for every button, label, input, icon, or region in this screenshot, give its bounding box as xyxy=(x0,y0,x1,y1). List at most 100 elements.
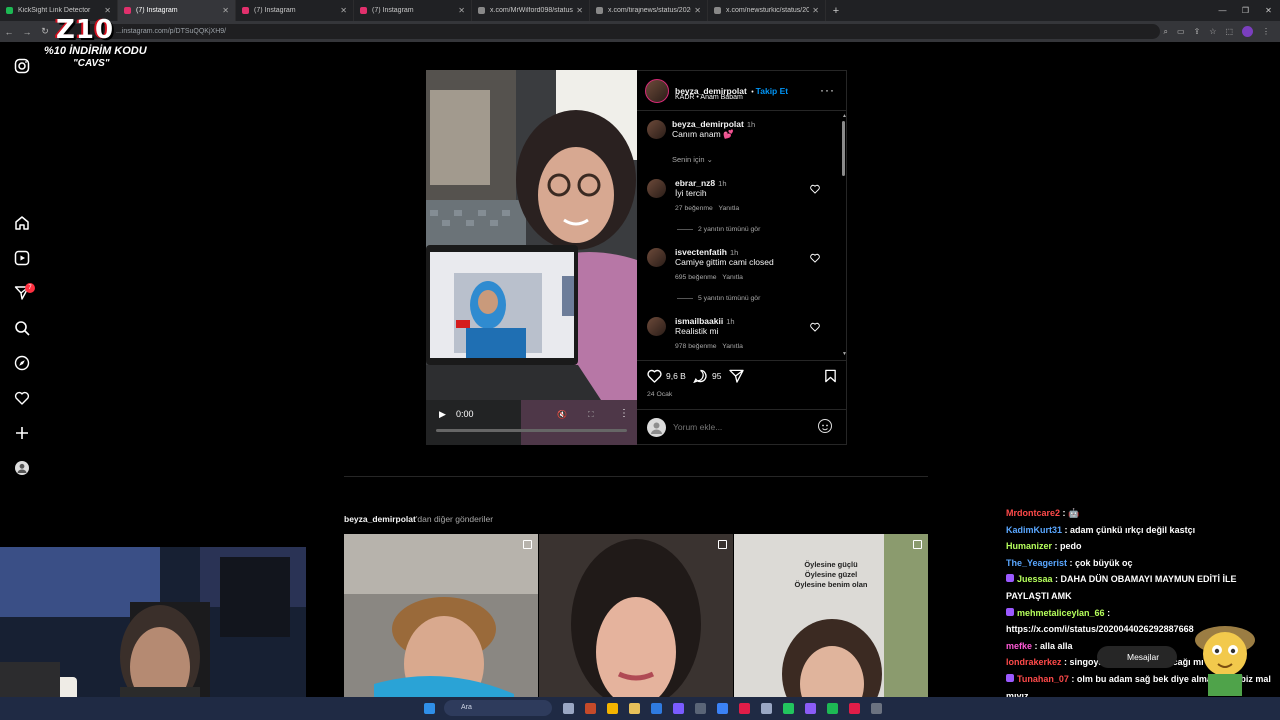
address-bar[interactable]: ...instagram.com/p/DTSuQQKjXH9/ xyxy=(60,24,1160,39)
taskbar-app-icon[interactable] xyxy=(607,703,618,714)
taskbar-app-icon[interactable] xyxy=(629,703,640,714)
chat-username[interactable]: Juessaa xyxy=(1017,574,1053,584)
commenter-avatar[interactable] xyxy=(647,317,666,336)
video-progress-bar[interactable] xyxy=(436,429,627,432)
mute-icon[interactable]: 🔇 xyxy=(557,410,567,419)
caption-author[interactable]: beyza_demirpolat xyxy=(672,119,744,129)
browser-tab[interactable]: (7) Instagram ✕ xyxy=(236,0,354,21)
caption-avatar[interactable] xyxy=(647,120,666,139)
search-icon[interactable] xyxy=(14,320,30,336)
commenter-avatar[interactable] xyxy=(647,248,666,267)
for-you-filter[interactable]: Senin için ⌄ xyxy=(672,155,713,164)
comment-like-icon[interactable] xyxy=(810,322,820,332)
view-replies-link[interactable]: 5 yanıtın tümünü gör xyxy=(677,295,760,302)
more-options-icon[interactable]: ··· xyxy=(820,83,835,97)
emoji-icon[interactable] xyxy=(818,419,832,433)
browser-tab[interactable]: (7) Instagram ✕ xyxy=(354,0,472,21)
comment-likes[interactable]: 978 beğenme xyxy=(675,343,717,350)
chat-username[interactable]: Tunahan_07 xyxy=(1017,674,1069,684)
messages-pill[interactable]: Mesajlar xyxy=(1097,646,1177,668)
reply-button[interactable]: Yanıtla xyxy=(722,343,743,350)
share-icon[interactable]: ⇪ xyxy=(1194,27,1201,36)
grid-post-3[interactable]: Öylesine güçlü Öylesine güzel Öylesine b… xyxy=(734,534,928,704)
maximize-button[interactable]: ❐ xyxy=(1234,0,1257,21)
chat-username[interactable]: londrakerkez xyxy=(1006,657,1062,667)
taskbar-app-icon[interactable] xyxy=(717,703,728,714)
author-avatar[interactable] xyxy=(645,79,669,103)
profile-avatar[interactable] xyxy=(1242,26,1253,37)
reload-icon[interactable]: ↻ xyxy=(36,26,54,37)
taskbar-app-icon[interactable] xyxy=(651,703,662,714)
tab-close-icon[interactable]: ✕ xyxy=(340,6,347,15)
browser-tab[interactable]: x.com/tirajnews/status/202002✕ xyxy=(590,0,708,21)
post-video[interactable]: ▶ 0:00 🔇 ⛶ ⋮ xyxy=(426,70,637,445)
menu-icon[interactable]: ⋮ xyxy=(1262,27,1270,36)
tab-close-icon[interactable]: ✕ xyxy=(104,6,111,15)
comment-like-icon[interactable] xyxy=(810,184,820,194)
more-posts-author[interactable]: beyza_demirpolat xyxy=(344,514,416,524)
taskbar-app-icon[interactable] xyxy=(761,703,772,714)
comments-scrollbar[interactable]: ▲ ▼ xyxy=(841,113,847,360)
forward-icon[interactable]: → xyxy=(18,27,36,37)
scroll-thumb[interactable] xyxy=(842,121,845,176)
like-icon[interactable] xyxy=(647,369,662,388)
taskbar-app-icon[interactable] xyxy=(585,703,596,714)
taskbar-app-icon[interactable] xyxy=(563,703,574,714)
browser-tab[interactable]: (7) Instagram ✕ xyxy=(118,0,236,21)
commenter-avatar[interactable] xyxy=(647,179,666,198)
close-window-button[interactable]: ✕ xyxy=(1257,0,1280,21)
extensions-icon[interactable]: ⬚ xyxy=(1225,27,1233,36)
comment-likes[interactable]: 27 beğenme xyxy=(675,205,713,212)
comment-likes[interactable]: 695 beğenme xyxy=(675,274,717,281)
new-tab-button[interactable]: + xyxy=(826,5,846,17)
back-icon[interactable]: ← xyxy=(0,27,18,37)
comment-author[interactable]: isvectenfatih xyxy=(675,247,727,257)
like-count[interactable]: 9,6 B xyxy=(666,371,686,381)
fullscreen-icon[interactable]: ⛶ xyxy=(588,410,594,420)
save-bookmark-icon[interactable] xyxy=(824,369,837,388)
view-replies-link[interactable]: 2 yanıtın tümünü gör xyxy=(677,226,760,233)
cast-icon[interactable]: ▭ xyxy=(1177,27,1185,36)
chat-username[interactable]: Mrdontcare2 xyxy=(1006,508,1060,518)
minimize-button[interactable]: — xyxy=(1211,0,1234,21)
chat-username[interactable]: mefke xyxy=(1006,641,1032,651)
scroll-down-icon[interactable]: ▼ xyxy=(842,351,847,357)
scroll-up-icon[interactable]: ▲ xyxy=(842,113,847,119)
taskbar-app-icon[interactable] xyxy=(871,703,882,714)
taskbar-app-icon[interactable] xyxy=(673,703,684,714)
home-icon[interactable] xyxy=(14,215,30,231)
taskbar-app-icon[interactable] xyxy=(827,703,838,714)
instagram-logo-icon[interactable] xyxy=(14,58,30,74)
create-icon[interactable] xyxy=(14,425,30,441)
zoom-icon[interactable]: ⌕ xyxy=(1164,27,1168,37)
notifications-heart-icon[interactable] xyxy=(14,390,30,406)
reels-icon[interactable] xyxy=(14,250,30,266)
comment-icon[interactable] xyxy=(693,369,708,388)
audio-subtitle[interactable]: KADR • Anam Babam xyxy=(675,94,743,101)
comment-author[interactable]: ebrar_nz8 xyxy=(675,178,715,188)
browser-tab[interactable]: x.com/newsturkic/status/20195✕ xyxy=(708,0,826,21)
reply-button[interactable]: Yanıtla xyxy=(718,205,739,212)
play-icon[interactable]: ▶ xyxy=(439,409,446,420)
tab-close-icon[interactable]: ✕ xyxy=(576,6,583,15)
chat-username[interactable]: mehmetaliceylan_66 xyxy=(1017,608,1105,618)
tab-close-icon[interactable]: ✕ xyxy=(812,6,819,15)
grid-post-2[interactable] xyxy=(539,534,733,704)
follow-button[interactable]: Takip Et xyxy=(756,86,788,96)
tab-close-icon[interactable]: ✕ xyxy=(222,6,229,15)
grid-post-1[interactable] xyxy=(344,534,538,704)
browser-tab[interactable]: x.com/MrWilford098/status/20✕ xyxy=(472,0,590,21)
explore-icon[interactable] xyxy=(14,355,30,371)
taskbar-app-icon[interactable] xyxy=(849,703,860,714)
taskbar-app-icon[interactable] xyxy=(783,703,794,714)
chat-username[interactable]: Humanizer xyxy=(1006,541,1052,551)
start-button-icon[interactable] xyxy=(424,703,435,714)
comment-author[interactable]: ismailbaakii xyxy=(675,316,723,326)
taskbar-app-icon[interactable] xyxy=(695,703,706,714)
chat-username[interactable]: KadimKurt31 xyxy=(1006,525,1062,535)
comment-like-icon[interactable] xyxy=(810,253,820,263)
tab-close-icon[interactable]: ✕ xyxy=(694,6,701,15)
tab-close-icon[interactable]: ✕ xyxy=(458,6,465,15)
taskbar-app-icon[interactable] xyxy=(805,703,816,714)
taskbar-app-icon[interactable] xyxy=(739,703,750,714)
